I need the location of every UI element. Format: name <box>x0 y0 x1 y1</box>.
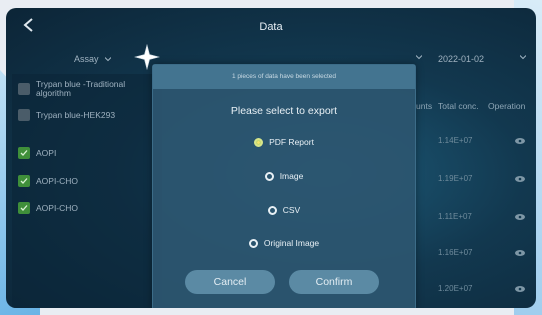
export-option-pdf-report[interactable]: PDF Report <box>153 137 415 147</box>
eye-icon[interactable] <box>515 214 525 220</box>
export-option-label: Original Image <box>263 238 320 248</box>
export-option-original-image[interactable]: Original Image <box>153 238 415 248</box>
dialog-header: 1 pieces of data have been selected <box>153 65 415 89</box>
sidebar-item-label: Trypan blue -Traditional algorithm <box>36 80 125 98</box>
table-cell-total-conc: 1.14E+07 <box>438 136 473 145</box>
export-dialog: 1 pieces of data have been selected Plea… <box>152 64 416 308</box>
assay-filter-label: Assay <box>74 54 99 64</box>
page-title: Data <box>259 21 283 33</box>
dialog-prompt: Please select to export <box>230 105 338 117</box>
sparkle-icon <box>134 44 160 70</box>
sidebar-item-label: AOPI-CHO <box>36 203 79 213</box>
chevron-down-icon <box>104 57 111 62</box>
date-filter-value: 2022-01-02 <box>438 54 485 64</box>
date-filter[interactable]: 2022-01-02 <box>438 54 484 64</box>
export-option-image[interactable]: Image <box>153 171 415 181</box>
column-header-total-conc: Total conc. <box>438 101 479 111</box>
sidebar-item-label: AOPI-CHO <box>36 176 79 186</box>
eye-icon[interactable] <box>515 250 525 256</box>
export-option-csv[interactable]: CSV <box>153 205 415 215</box>
export-option-label: CSV <box>282 205 301 215</box>
sidebar-item-aopi-cho-2[interactable]: AOPI-CHO <box>18 199 78 217</box>
checkbox-checked[interactable] <box>18 147 30 159</box>
table-cell-total-conc: 1.19E+07 <box>438 174 473 183</box>
radio[interactable] <box>267 205 277 215</box>
check-icon <box>20 150 28 156</box>
sidebar-item-trypan-blue-traditional[interactable]: Trypan blue -Traditional algorithm <box>18 80 125 98</box>
radio[interactable] <box>248 238 258 248</box>
sidebar-item-aopi-cho[interactable]: AOPI-CHO <box>18 172 78 190</box>
sidebar-item-label: Trypan blue-HEK293 <box>36 110 116 120</box>
checkbox-checked[interactable] <box>18 175 30 187</box>
column-header-operation: Operation <box>488 101 526 111</box>
assay-sidebar: Trypan blue -Traditional algorithm Trypa… <box>12 74 162 308</box>
export-option-label: PDF Report <box>269 137 314 147</box>
table-cell-total-conc: 1.11E+07 <box>438 212 472 221</box>
table-cell-total-conc: 1.20E+07 <box>438 284 473 293</box>
sidebar-item-aopi[interactable]: AOPI <box>18 144 56 162</box>
date-filter-chevron[interactable] <box>520 54 526 60</box>
cancel-button[interactable]: Cancel <box>185 270 275 294</box>
checkbox-checked[interactable] <box>18 202 30 214</box>
export-option-label: Image <box>279 171 304 181</box>
device-screen: Data Assay 2022-01-02 unts Total conc. O… <box>6 8 536 308</box>
assay-filter[interactable]: Assay <box>74 54 111 64</box>
range-start-chevron[interactable] <box>416 54 422 60</box>
radio[interactable] <box>264 171 274 181</box>
checkbox[interactable] <box>18 83 30 95</box>
column-header-counts: unts <box>416 101 433 111</box>
check-icon <box>20 178 28 184</box>
radio-selected[interactable] <box>254 137 264 147</box>
check-icon <box>20 205 28 211</box>
sidebar-item-label: AOPI <box>36 148 57 158</box>
eye-icon[interactable] <box>515 138 525 144</box>
chevron-down-icon <box>416 55 422 60</box>
checkbox[interactable] <box>18 109 30 121</box>
chevron-down-icon <box>520 55 526 60</box>
eye-icon[interactable] <box>515 176 525 182</box>
confirm-button[interactable]: Confirm <box>289 270 379 294</box>
sidebar-item-trypan-blue-hek293[interactable]: Trypan blue-HEK293 <box>18 106 115 124</box>
eye-icon[interactable] <box>515 286 525 292</box>
table-cell-total-conc: 1.16E+07 <box>438 248 473 257</box>
sidebar-item-label-line2: algorithm <box>36 88 71 98</box>
